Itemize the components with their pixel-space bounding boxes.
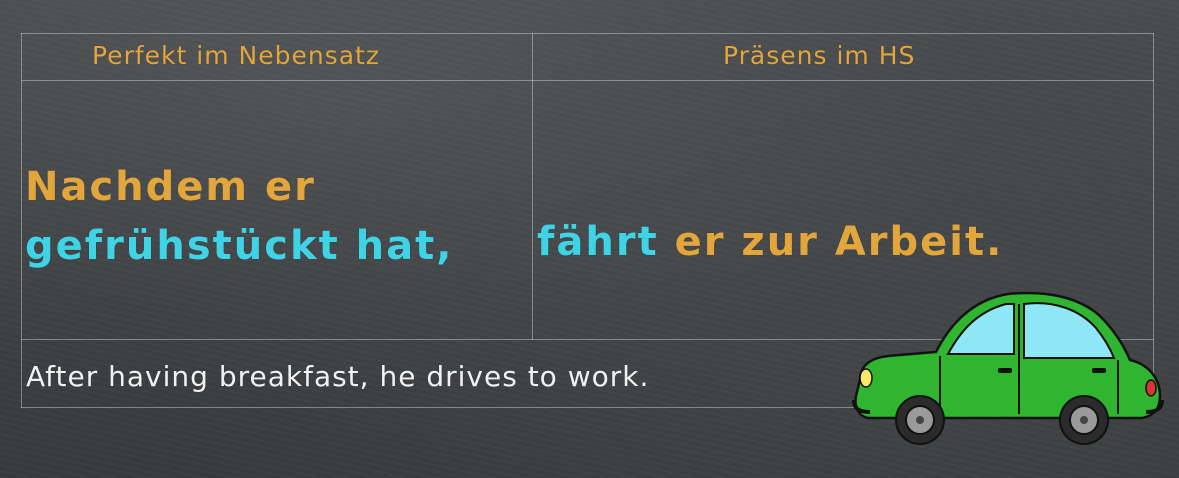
car-door-handle-rear bbox=[1092, 368, 1106, 373]
english-translation: After having breakfast, he drives to wor… bbox=[26, 360, 650, 393]
car-taillight bbox=[1145, 379, 1157, 397]
header-praesens: Präsens im HS bbox=[723, 41, 916, 70]
main-clause: fährt er zur Arbeit. bbox=[537, 219, 1003, 265]
chalkboard: { "table": { "header_left": "Perfekt im … bbox=[0, 0, 1179, 478]
table-header-divider bbox=[21, 80, 1154, 81]
main-clause-rest: er zur Arbeit. bbox=[658, 219, 1004, 265]
header-perfekt: Perfekt im Nebensatz bbox=[92, 41, 380, 70]
car-rear-wheel bbox=[1059, 395, 1109, 445]
subordinate-clause-conjunction: Nachdem er bbox=[25, 164, 316, 210]
green-car-icon bbox=[852, 291, 1164, 445]
table-top-border bbox=[21, 33, 1154, 34]
subordinate-clause-verb: gefrühstückt hat, bbox=[25, 223, 454, 269]
car-door-handle-front bbox=[998, 368, 1012, 373]
car-front-wheel bbox=[895, 395, 945, 445]
table-left-border bbox=[21, 33, 22, 408]
main-clause-verb: fährt bbox=[537, 219, 659, 265]
car-headlight bbox=[859, 368, 873, 388]
table-column-divider bbox=[532, 33, 533, 340]
